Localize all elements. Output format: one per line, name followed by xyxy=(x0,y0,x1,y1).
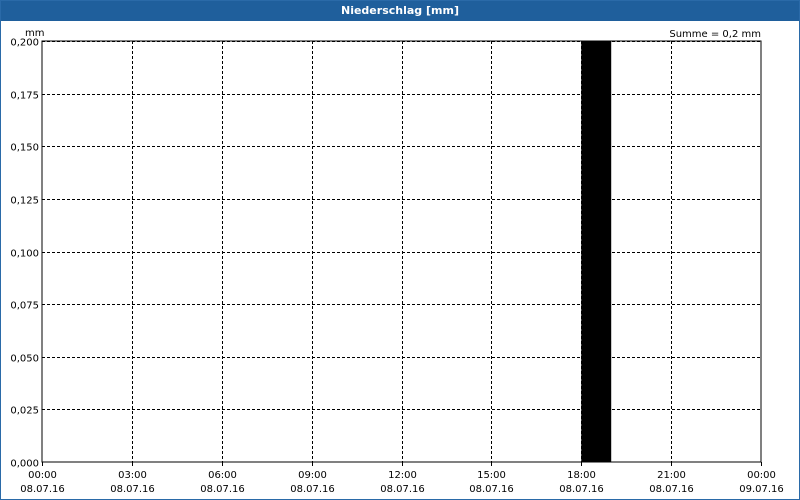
x-tick-date: 08.07.16 xyxy=(290,484,335,495)
sum-annotation: Summe = 0,2 mm xyxy=(669,29,761,40)
chart-window: Niederschlag [mm] 0,000 0,025 0,050 0,075 0,… xyxy=(0,0,800,500)
x-tick-time: 06:00 xyxy=(208,470,237,481)
x-tick-date: 09.07.16 xyxy=(739,484,784,495)
y-tick-label: 0,075 xyxy=(10,301,39,312)
x-tick-date: 08.07.16 xyxy=(20,484,65,495)
y-tick-label: 0,125 xyxy=(10,196,39,207)
y-tick-label: 0,175 xyxy=(10,91,39,102)
y-tick-label: 0,000 xyxy=(10,459,39,470)
window-title: Niederschlag [mm] xyxy=(1,1,799,21)
x-tick-time: 12:00 xyxy=(388,470,417,481)
x-tick-date: 08.07.16 xyxy=(649,484,694,495)
y-tick-label: 0,100 xyxy=(10,249,39,260)
x-tick-date: 08.07.16 xyxy=(559,484,604,495)
y-tick-label: 0,025 xyxy=(10,406,39,417)
x-tick-time: 03:00 xyxy=(118,470,147,481)
x-tick-time: 00:00 xyxy=(28,470,57,481)
x-tick-date: 08.07.16 xyxy=(110,484,155,495)
plot-area xyxy=(41,40,762,463)
x-tick-date: 08.07.16 xyxy=(200,484,245,495)
precipitation-bar xyxy=(581,40,612,463)
x-tick-time: 21:00 xyxy=(657,470,686,481)
x-tick-date: 08.07.16 xyxy=(469,484,514,495)
y-tick-label: 0,150 xyxy=(10,143,39,154)
x-tick-time: 18:00 xyxy=(567,470,596,481)
y-axis-unit: mm xyxy=(25,28,44,39)
x-tick-time: 09:00 xyxy=(298,470,327,481)
x-tick-time: 00:00 xyxy=(747,470,776,481)
x-tick-date: 08.07.16 xyxy=(380,484,425,495)
precipitation-chart: 0,000 0,025 0,050 0,075 0,100 0,125 0,150 0,175… xyxy=(10,28,784,495)
y-tick-label: 0,200 xyxy=(10,38,39,49)
y-tick-label: 0,050 xyxy=(10,354,39,365)
x-tick-time: 15:00 xyxy=(477,470,506,481)
